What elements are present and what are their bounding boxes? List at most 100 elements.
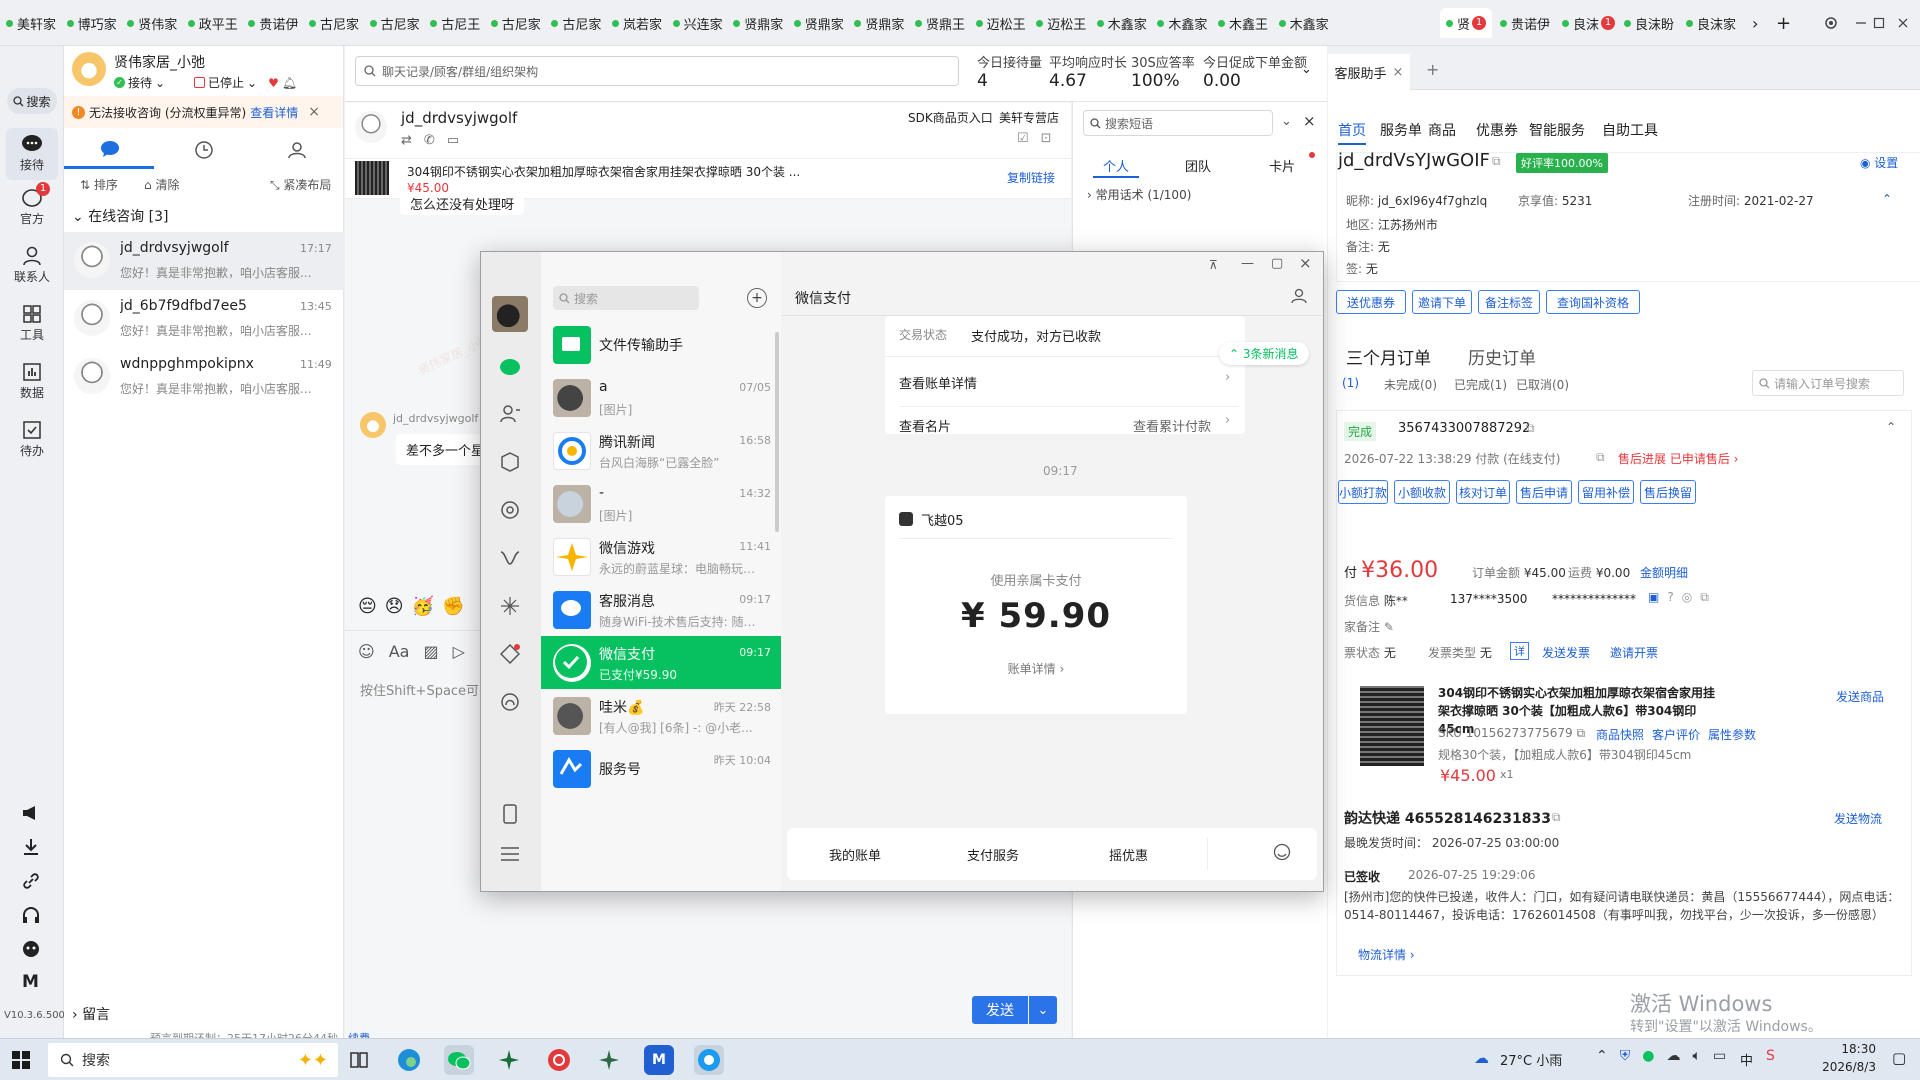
conversation-item[interactable]: jd_drdvsyjwgolf 17:17 您好！真是非常抱歉，咱小店客服... [64,232,344,290]
wechat-chat-item[interactable]: 客服消息 随身WiFi-技术售后支持: 随身... 09:17 [541,583,781,636]
menu-discount[interactable]: 摇优惠 [1109,845,1148,864]
snapshot-link[interactable]: 商品快照 [1596,726,1644,743]
clear-button[interactable]: ⌂ 清除 [144,176,179,193]
rail-reception[interactable]: 接待 [6,128,58,180]
customer-action-button[interactable]: 备注标签 [1478,290,1540,314]
after-sale-row[interactable]: 售后进展 已申请售后 › [1618,450,1738,467]
clock-time[interactable]: 18:30 [1818,1042,1876,1056]
wechat-list-scrollbar[interactable] [775,332,779,532]
customer-action-button[interactable]: 邀请下单 [1412,290,1472,314]
collapse-up-icon[interactable]: ⌃ [1882,192,1892,206]
history-clock-icon[interactable] [194,140,214,160]
menu-my-bills[interactable]: 我的账单 [829,845,881,864]
browser-tab[interactable]: 良沫 1 [1562,12,1622,34]
mark-icon[interactable]: ☑ [1017,131,1029,146]
edge-icon[interactable] [394,1045,424,1075]
wechat-chat-item[interactable]: 微信游戏 永远的蔚蓝星球：电脑畅玩小... 11:41 [541,530,781,583]
app-star2-icon[interactable] [594,1045,624,1075]
tab-three-month-orders[interactable]: 三个月订单 [1346,344,1431,369]
order-action-button[interactable]: 售后申请 [1516,480,1572,504]
wechat-avatar[interactable] [492,296,528,332]
send-button[interactable]: 发送 [972,996,1028,1024]
browser-tab[interactable]: 贤鼎王 [915,12,973,34]
copy-icon[interactable]: ⧉ [1492,154,1501,169]
quick-search-input[interactable]: 搜索短语 [1083,110,1273,136]
browser-tab[interactable]: 岚若家 [612,12,670,34]
product-title[interactable]: 304钢印不锈钢实心衣架加粗加厚晾衣架宿舍家用挂架衣撑晾晒 30个装 ... [407,163,927,180]
megaphone-icon[interactable] [21,804,41,822]
emoji-keyboard-icon[interactable] [1273,843,1291,861]
clock-date[interactable]: 2026/8/3 [1808,1060,1876,1074]
shield-icon[interactable]: ⛨ [1620,1048,1631,1064]
message-input[interactable]: 按住Shift+Space可 [360,680,479,699]
browser-tab[interactable]: 古尼王 [430,12,488,34]
app-m-icon[interactable]: M [644,1045,674,1075]
tab-scroll-button[interactable]: › [1752,12,1758,34]
tab-active[interactable]: 贤 1 [1440,8,1493,38]
bill-detail-link[interactable]: 查看账单详情 [899,373,977,392]
menu-pay-service[interactable]: 支付服务 [967,845,1019,864]
emoji-icon[interactable]: 😔 [358,596,377,617]
compact-layout-button[interactable]: ⤡ 紧凑布局 [270,176,331,193]
browser-tab[interactable]: 良沫家 [1686,12,1746,34]
assistant-nav-item[interactable]: 服务单 [1380,120,1422,140]
help-icon[interactable]: ? [1667,590,1673,605]
close-icon[interactable]: × [308,104,320,120]
collapse-up-icon[interactable]: ⌃ [1886,420,1896,434]
order-search-input[interactable]: 请输入订单号搜索 [1752,370,1904,396]
order-action-button[interactable]: 留用补偿 [1578,480,1634,504]
send-product-link[interactable]: 发送商品 [1836,688,1884,705]
order-filter[interactable]: (1) [1342,376,1359,390]
wechat-chat-item[interactable]: 服务号 昨天 10:04 [541,742,781,795]
browser-tab[interactable]: 古尼家 [369,12,428,34]
copy-icon[interactable]: ⧉ [1596,450,1605,465]
sort-button[interactable]: ⇅ 排序 [80,176,118,193]
emoji-icon[interactable]: ✊ [442,596,464,617]
wechat-apps-icon[interactable] [500,692,520,712]
eye-icon[interactable]: ◎ [1682,590,1692,605]
maximize-icon[interactable]: ▢ [1271,256,1283,271]
order-action-button[interactable]: 核对订单 [1456,480,1510,504]
invoice-detail-button[interactable]: 详 [1510,642,1529,660]
order-action-button[interactable]: 售后换留 [1640,480,1696,504]
status-receive-toggle[interactable]: ✓ 接待 ⌄ [114,74,165,91]
verify-icon[interactable]: ▣ [1648,590,1659,605]
app-s-tray-icon[interactable]: S [1766,1048,1775,1064]
browser-tab[interactable]: 贤鼎家 [854,12,912,34]
quick-tab-card[interactable]: 卡片 [1269,156,1295,175]
link-icon[interactable] [21,872,41,890]
close-icon[interactable]: × [1393,65,1404,80]
close-icon[interactable]: × [1299,254,1312,272]
rail-tools[interactable]: 工具 [6,302,58,354]
rail-search-button[interactable]: 搜索 [7,88,57,114]
copy-icon[interactable]: ⧉ [1700,590,1709,605]
assistant-nav-item[interactable]: 优惠券 [1476,120,1518,140]
ime-indicator[interactable]: 中 [1740,1050,1753,1069]
browser-tab[interactable]: 迈松王 [1036,12,1094,34]
wechat-channels-icon[interactable] [499,548,521,568]
conversation-item[interactable]: jd_6b7f9dfbd7ee5 13:45 您好！真是非常抱歉，咱小店客服... [64,290,344,348]
cumulative-payment-link[interactable]: 查看累计付款 [1133,416,1211,435]
order-filter[interactable]: 已取消(0) [1516,376,1569,393]
pin-icon[interactable]: ⊼ [1209,258,1218,272]
browser-tab[interactable]: 贵诺伊 [1500,12,1560,34]
wechat-phone-icon[interactable] [501,804,519,824]
browser-tab[interactable]: 博巧家 [66,12,125,34]
windows-start-icon[interactable] [12,1051,30,1069]
browser-tab[interactable]: 迈松王 [975,12,1034,34]
agent-avatar[interactable] [72,52,106,86]
smile-icon[interactable]: ☺ [358,642,375,661]
profile-icon[interactable] [1291,288,1307,304]
edit-icon[interactable]: ✎ [1384,620,1394,634]
browser-tab[interactable]: 贵诺伊 [248,12,306,34]
attribute-link[interactable]: 属性参数 [1708,726,1756,743]
browser-tab[interactable]: 木鑫家 [1096,12,1155,34]
global-search-input[interactable]: 聊天记录/顾客/群组/组织架构 [355,56,959,86]
stats-expand-icon[interactable]: ⌄ [1301,62,1312,77]
conversation-item[interactable]: wdnppghmpokipnx 11:49 您好！真是非常抱歉，咱小店客服... [64,348,344,406]
browser-tab[interactable]: 贤伟家 [127,12,185,34]
order-action-button[interactable]: 小额收款 [1394,480,1450,504]
customer-avatar[interactable] [355,111,387,143]
collapse-icon[interactable]: ⌄ [1281,114,1292,129]
robot-icon[interactable] [21,940,41,958]
